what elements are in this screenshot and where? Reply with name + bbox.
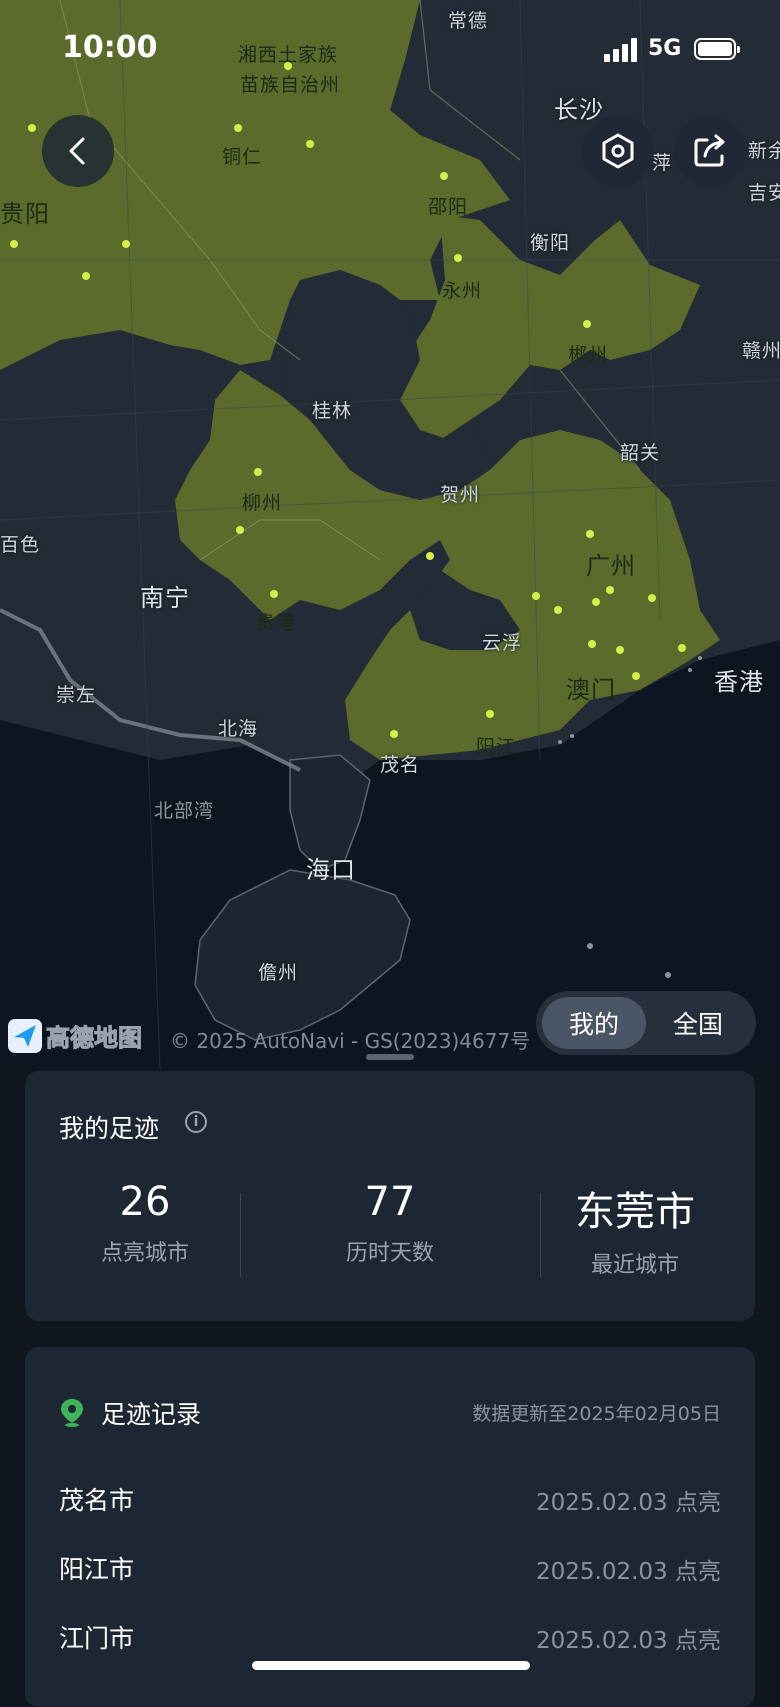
map-label-beihai: 北海 xyxy=(218,718,259,740)
map-label-yunfu: 云浮 xyxy=(482,632,523,654)
amap-logo-icon xyxy=(8,1018,42,1053)
map-label-danzhou: 儋州 xyxy=(258,962,299,984)
network-type: 5G xyxy=(648,36,682,61)
map-label-chongzuo: 崇左 xyxy=(56,684,97,706)
stat-label: 最近城市 xyxy=(590,1253,679,1278)
map-copyright: © 2025 AutoNavi - GS(2023)4677号 xyxy=(170,1029,531,1053)
stat-label: 历时天数 xyxy=(345,1241,434,1266)
record-city: 茂名市 xyxy=(59,1486,135,1515)
toggle-mine[interactable]: 我的 xyxy=(542,997,646,1049)
records-title: 足迹记录 xyxy=(101,1400,202,1429)
location-pin-icon xyxy=(61,1399,83,1427)
share-button[interactable] xyxy=(674,115,746,187)
map-label-jian: 吉安 xyxy=(748,182,780,204)
stat-value: 77 xyxy=(364,1179,416,1225)
stat-divider xyxy=(240,1193,241,1277)
amap-logo: 高德地图 xyxy=(8,1018,143,1053)
battery-icon xyxy=(694,38,740,60)
map-label-ganzhou: 赣州 xyxy=(742,340,780,362)
settings-button[interactable] xyxy=(582,115,654,187)
map-label-shaoguan: 韶关 xyxy=(620,442,661,464)
map-label-maoming: 茂名 xyxy=(380,754,421,776)
footprint-summary-card: 我的足迹 i 26 点亮城市 77 历时天数 东莞市 最近城市 xyxy=(25,1071,755,1321)
sheet-drag-handle[interactable] xyxy=(366,1054,414,1060)
hainan-island xyxy=(194,869,411,1041)
scope-toggle[interactable]: 我的 全国 xyxy=(536,991,756,1055)
record-row[interactable]: 茂名市 2025.02.03 点亮 xyxy=(59,1481,721,1521)
record-city: 阳江市 xyxy=(59,1555,135,1584)
map-label-beibu: 北部湾 xyxy=(154,800,215,822)
map-label-guigang: 贵港 xyxy=(256,612,297,634)
signal-icon xyxy=(604,38,640,62)
record-row[interactable]: 阳江市 2025.02.03 点亮 xyxy=(59,1550,721,1590)
map-label-yongzhou: 永州 xyxy=(442,280,483,302)
info-icon[interactable]: i xyxy=(185,1111,207,1133)
toggle-nation[interactable]: 全国 xyxy=(646,997,750,1049)
stat-value: 东莞市 xyxy=(575,1189,695,1235)
home-indicator[interactable] xyxy=(252,1661,530,1670)
map-label-guiyang: 贵阳 xyxy=(0,200,50,228)
status-bar: 10:00 5G xyxy=(0,0,780,100)
footprint-map[interactable]: 常德 长沙 湘西土家族 苗族自治州 铜仁 邵阳 衡阳 永州 贵阳 郴州 桂林 韶… xyxy=(0,0,780,1070)
stat-lit-cities: 26 点亮城市 xyxy=(25,1179,265,1267)
stat-recent-city: 东莞市 最近城市 xyxy=(515,1179,755,1279)
stat-value: 26 xyxy=(119,1179,171,1225)
map-label-guilin: 桂林 xyxy=(312,400,353,422)
map-label-macau: 澳门 xyxy=(566,676,616,704)
map-label-tongren: 铜仁 xyxy=(222,146,263,168)
map-label-pingxiang: 萍 xyxy=(652,152,673,174)
map-label-chenzhou: 郴州 xyxy=(568,344,609,366)
back-button[interactable] xyxy=(42,115,114,187)
record-date: 2025.02.03 点亮 xyxy=(536,1628,721,1654)
record-date: 2025.02.03 点亮 xyxy=(536,1490,721,1516)
share-icon xyxy=(694,134,725,167)
map-label-xinyu: 新余 xyxy=(748,140,780,162)
record-city: 江门市 xyxy=(59,1624,135,1653)
map-label-hengyang: 衡阳 xyxy=(530,232,571,254)
map-label-haikou: 海口 xyxy=(306,856,356,884)
map-label-hezhou: 贺州 xyxy=(440,484,481,506)
stat-days: 77 历时天数 xyxy=(270,1179,510,1267)
amap-brand: 高德地图 xyxy=(46,1024,143,1053)
hexagon-settings-icon xyxy=(602,133,634,169)
map-label-nanning: 南宁 xyxy=(140,584,190,612)
record-row[interactable]: 江门市 2025.02.03 点亮 xyxy=(59,1619,721,1659)
map-label-shaoyang: 邵阳 xyxy=(428,196,469,218)
stat-label: 点亮城市 xyxy=(100,1241,189,1266)
chevron-left-icon xyxy=(69,137,85,165)
record-date: 2025.02.03 点亮 xyxy=(536,1559,721,1585)
map-label-hongkong: 香港 xyxy=(714,668,764,696)
status-time: 10:00 xyxy=(62,30,158,65)
map-label-yangjiang: 阳江 xyxy=(476,736,517,758)
map-label-liuzhou: 柳州 xyxy=(242,492,283,514)
map-label-guangzhou: 广州 xyxy=(586,552,636,580)
map-label-baise: 百色 xyxy=(0,534,41,556)
records-updated: 数据更新至2025年02月05日 xyxy=(472,1403,721,1425)
footprint-records-card: 足迹记录 数据更新至2025年02月05日 茂名市 2025.02.03 点亮 … xyxy=(25,1347,755,1707)
footprint-title: 我的足迹 xyxy=(59,1114,160,1143)
